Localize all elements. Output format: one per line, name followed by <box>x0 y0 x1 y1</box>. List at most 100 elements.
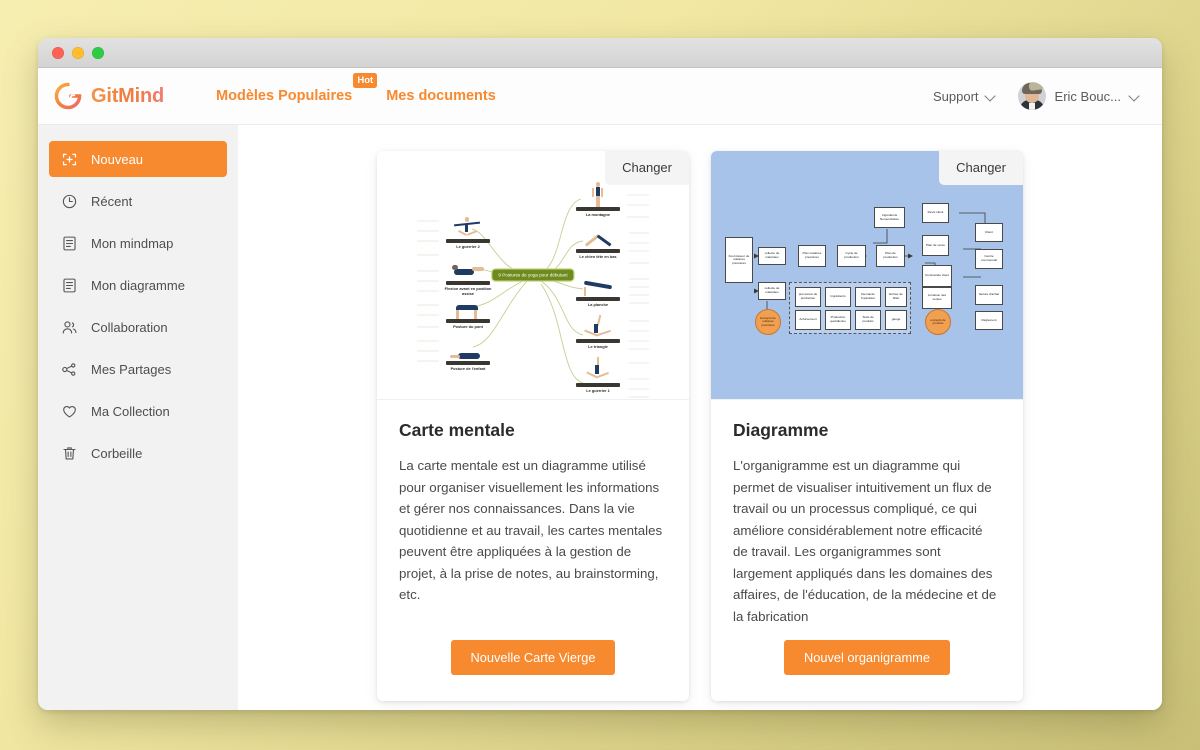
card-body: Diagramme L'organigramme est un diagramm… <box>711 400 1023 701</box>
flow-node-plan-vente: Plan de vente <box>922 235 949 256</box>
card-footer: Nouvel organigramme <box>733 640 1001 701</box>
content-area: 9 Postures de yoga pour débutant Le guer… <box>238 125 1162 710</box>
chevron-down-icon <box>1130 91 1140 101</box>
flow-node-livraison-ventes: Livraison des ventes <box>922 287 952 309</box>
maximize-window-button[interactable] <box>92 46 104 59</box>
sidebar-item-mon-diagramme[interactable]: Mon diagramme <box>49 268 227 303</box>
brand-logo[interactable]: GitMind <box>54 82 164 110</box>
header-right-group: Support Eric Bouc... <box>933 82 1140 110</box>
yoga-figure-icon <box>446 335 490 365</box>
yoga-figure-icon <box>446 255 490 285</box>
card-body: Carte mentale La carte mentale est un di… <box>377 400 689 701</box>
card-title: Diagramme <box>733 420 829 440</box>
flowchart-connectors <box>754 212 986 317</box>
flow-node-entree-billet: Entrée de billet <box>885 287 907 307</box>
sidebar-item-label: Récent <box>91 194 133 209</box>
trash-icon <box>61 445 78 462</box>
flow-node-cycle-production: Cycle de production <box>837 245 866 267</box>
window-titlebar <box>38 38 1162 68</box>
sidebar-item-label: Mon mindmap <box>91 236 174 251</box>
gitmind-logo-icon <box>54 82 82 110</box>
flow-node-ingredients: Ingrédients <box>825 287 851 307</box>
mindmap-node-label: Le triangle <box>588 344 608 349</box>
sidebar: Nouveau Récent Mon mindmap Mon diagramme… <box>38 125 238 710</box>
flow-node-collecte-2: collecte de matériaux <box>758 282 786 300</box>
card-description: L'organigramme est un diagramme qui perm… <box>733 458 997 624</box>
mindmap-thumbnail: 9 Postures de yoga pour débutant Le guer… <box>377 151 689 400</box>
minimize-window-button[interactable] <box>72 46 84 59</box>
flow-node-plan-matieres: Plan matières premières <box>798 245 826 267</box>
sidebar-item-label: Mes Partages <box>91 362 172 377</box>
nav-item-mes-documents[interactable]: Mes documents <box>386 84 496 108</box>
sidebar-item-corbeille[interactable]: Corbeille <box>49 436 227 471</box>
nouvel-organigramme-button[interactable]: Nouvel organigramme <box>784 640 950 675</box>
main-navigation: Modèles Populaires Hot Mes documents <box>216 73 496 108</box>
nav-item-modeles-populaires[interactable]: Modèles Populaires Hot <box>216 73 378 108</box>
sidebar-item-collaboration[interactable]: Collaboration <box>49 310 227 345</box>
flow-node-entrepot-produits: entrepôt de produits <box>925 309 951 335</box>
mindmap-node-planche: La planche <box>571 271 625 307</box>
flow-node-processus-production: processus de production <box>795 287 821 307</box>
yoga-figure-icon <box>576 271 620 301</box>
support-menu[interactable]: Support <box>933 89 996 104</box>
changer-button-diagram[interactable]: Changer <box>939 151 1023 185</box>
app-window: GitMind Modèles Populaires Hot Mes docum… <box>38 38 1162 710</box>
flow-node-fournisseur: Fournisseur de matières premières <box>725 237 753 283</box>
app-header: GitMind Modèles Populaires Hot Mes docum… <box>38 68 1162 125</box>
card-footer: Nouvelle Carte Vierge <box>399 640 667 701</box>
flow-node-devis-client: Devis client <box>922 203 949 223</box>
flow-node-gauge: gauge <box>885 310 907 330</box>
sidebar-item-label: Corbeille <box>91 446 143 461</box>
mindmap-node-posture-enfant: Posture de l'enfant <box>441 335 495 371</box>
diagram-thumbnail: Fournisseur de matières premières collec… <box>711 151 1023 400</box>
share-nodes-icon <box>61 361 78 378</box>
nouvelle-carte-vierge-button[interactable]: Nouvelle Carte Vierge <box>450 640 616 675</box>
yoga-figure-icon <box>576 357 620 387</box>
sidebar-item-label: Nouveau <box>91 151 144 167</box>
template-card-diagramme[interactable]: Fournisseur de matières premières collec… <box>711 151 1023 701</box>
brand-name: GitMind <box>91 84 165 107</box>
flow-node-production-quotidienne: Production quotidienne <box>825 310 851 330</box>
chevron-down-icon <box>986 91 996 101</box>
yoga-figure-icon <box>576 223 620 253</box>
sidebar-item-label: Collaboration <box>91 320 168 335</box>
sidebar-item-ma-collection[interactable]: Ma Collection <box>49 394 227 429</box>
mindmap-node-chien-tete-en-bas: Le chien tête en bas <box>571 223 625 259</box>
mindmap-node-triangle: Le triangle <box>571 313 625 349</box>
user-menu[interactable]: Eric Bouc... <box>1017 82 1140 110</box>
yoga-figure-icon <box>576 181 620 211</box>
sidebar-item-recent[interactable]: Récent <box>49 184 227 219</box>
flow-node-reglement: Règlement <box>975 311 1003 330</box>
flow-node-demande-operation: Demande l'opération <box>855 287 881 307</box>
flow-node-client: Client <box>975 223 1003 242</box>
flow-node-facture-achat: facture d'achat <box>975 285 1003 305</box>
avatar <box>1017 82 1046 110</box>
hot-badge: Hot <box>353 73 378 88</box>
mindmap-node-label: La montagne <box>585 212 611 217</box>
app-body: Nouveau Récent Mon mindmap Mon diagramme… <box>38 125 1162 710</box>
mindmap-node-label: La planche <box>587 302 609 307</box>
changer-button-mindmap[interactable]: Changer <box>605 151 689 185</box>
flow-node-plan-production: Plan de production <box>876 245 905 267</box>
mindmap-center-node: 9 Postures de yoga pour débutant <box>492 269 574 281</box>
heart-icon <box>61 403 78 420</box>
sidebar-item-mon-mindmap[interactable]: Mon mindmap <box>49 226 227 261</box>
mindmap-node-label: Posture de l'enfant <box>450 366 486 371</box>
sidebar-item-mes-partages[interactable]: Mes Partages <box>49 352 227 387</box>
mindmap-node-guerrier-1: Le guerrier 1 <box>571 357 625 393</box>
flow-node-centre-commercial: Centre commercial <box>975 249 1003 269</box>
mindmap-node-montagne: La montagne <box>571 181 625 217</box>
yoga-figure-icon <box>576 313 620 343</box>
mindmap-node-label: Posture du pont <box>453 324 483 329</box>
flow-node-collecte-1: collecte de matériaux <box>758 247 786 265</box>
mindmap-node-flexion-avant: Flexion avant en position assise <box>441 255 495 296</box>
template-card-carte-mentale[interactable]: 9 Postures de yoga pour débutant Le guer… <box>377 151 689 701</box>
mindmap-node-posture-pont: Posture du pont <box>441 293 495 329</box>
user-name: Eric Bouc... <box>1054 88 1121 104</box>
nav-label: Mes documents <box>386 88 496 104</box>
sidebar-item-nouveau[interactable]: Nouveau <box>49 141 227 177</box>
document-lines-icon <box>61 235 78 252</box>
card-description: La carte mentale est un diagramme utilis… <box>399 458 663 603</box>
close-window-button[interactable] <box>52 46 64 59</box>
clock-icon <box>61 193 78 210</box>
